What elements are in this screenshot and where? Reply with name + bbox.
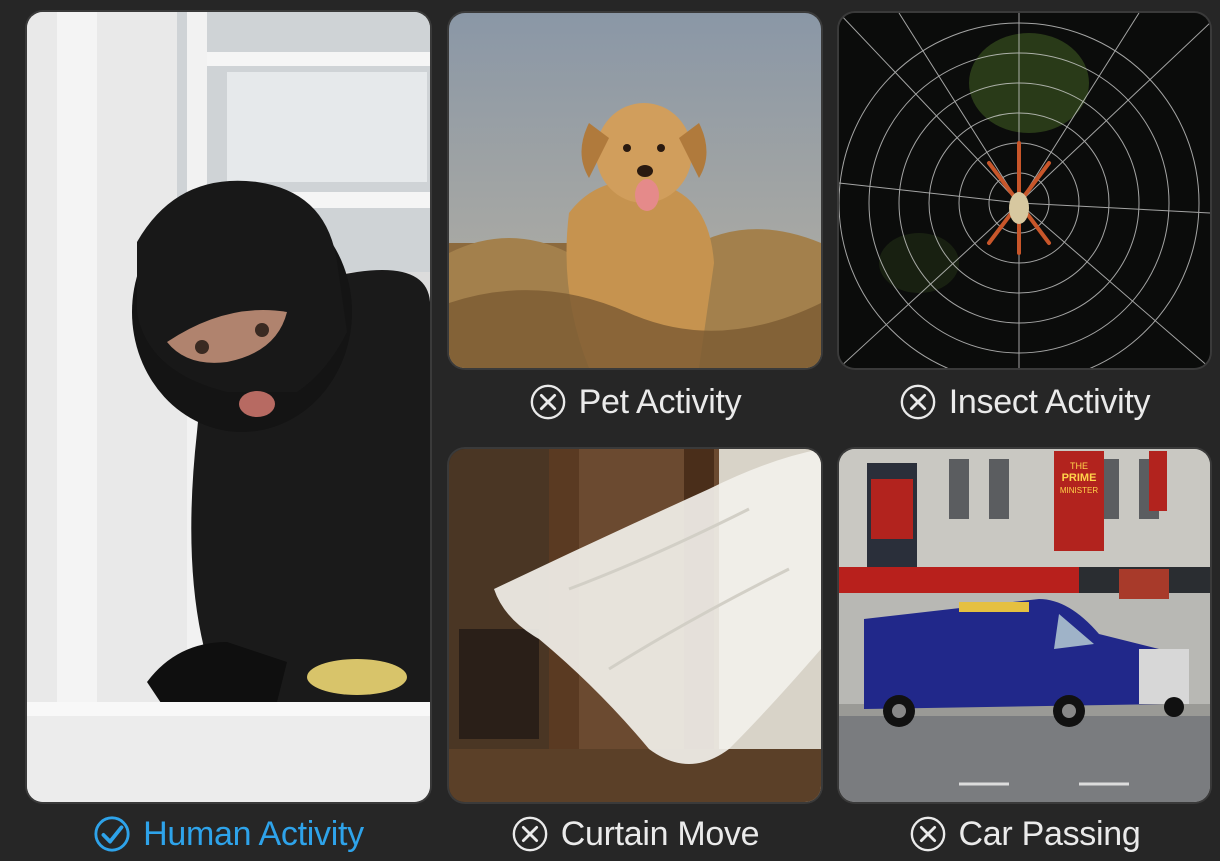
car-passing-caption: Car Passing xyxy=(839,808,1210,860)
x-circle-icon xyxy=(511,815,549,853)
curtain-move-label: Curtain Move xyxy=(560,814,760,853)
insect-activity-caption: Insect Activity xyxy=(839,376,1210,428)
x-circle-icon xyxy=(909,815,947,853)
car-passing-label: Car Passing xyxy=(958,814,1141,853)
banner-text-3: MINISTER xyxy=(1060,486,1098,495)
curtain-move-photo xyxy=(449,449,821,802)
curtain-move-caption: Curtain Move xyxy=(449,808,821,860)
insect-activity-photo xyxy=(839,13,1210,368)
detection-comparison-grid: Human Activity Pet Activity Insect Activ… xyxy=(0,0,1220,861)
banner-text-1: THE xyxy=(1070,461,1088,471)
x-circle-icon xyxy=(529,383,567,421)
pet-activity-photo xyxy=(449,13,821,368)
pet-activity-label: Pet Activity xyxy=(578,382,742,421)
human-activity-caption: Human Activity xyxy=(27,808,430,860)
insect-activity-label: Insect Activity xyxy=(948,382,1151,421)
x-circle-icon xyxy=(899,383,937,421)
check-circle-icon xyxy=(93,815,131,853)
human-activity-label: Human Activity xyxy=(143,814,364,853)
human-activity-photo xyxy=(27,12,430,802)
banner-text-2: PRIME xyxy=(1062,472,1097,484)
car-passing-photo: THE PRIME MINISTER xyxy=(839,449,1210,802)
pet-activity-caption: Pet Activity xyxy=(449,376,821,428)
